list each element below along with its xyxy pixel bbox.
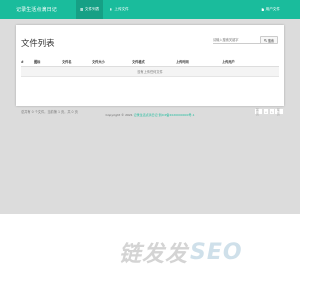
column-header: 文件格式 — [132, 60, 145, 64]
user-icon — [109, 7, 113, 12]
empty-message: 没有上传任何文件 — [137, 70, 163, 74]
site-brand[interactable]: 记录生活点滴日记 — [16, 6, 57, 13]
watermark-text: 链发发 — [119, 242, 189, 267]
icp-link[interactable]: 浙ICP备2020000000号-1 — [158, 113, 195, 117]
copyright-text: Copyright © 2021 — [105, 113, 134, 117]
page-footer: Copyright © 2021 记录生活点滴日记 浙ICP备202000000… — [0, 113, 300, 117]
page-title: 文件列表 — [21, 38, 55, 48]
nav-upload-file[interactable]: 上传文件 — [105, 0, 132, 19]
column-header: # — [21, 59, 24, 64]
nav-user-files[interactable]: 用户文件 — [257, 0, 284, 19]
column-header: 图标 — [34, 60, 41, 64]
table-header: # 图标 文件名 文件大小 文件格式 上传时间 上传用户 — [21, 57, 279, 67]
column-header: 文件大小 — [92, 60, 105, 64]
table-empty-row: 没有上传任何文件 — [21, 67, 279, 77]
top-navbar: 记录生活点滴日记 文件列表 上传文件 用户文件 — [0, 0, 300, 19]
column-header: 上传用户 — [222, 60, 235, 64]
search-button-label: 搜索 — [267, 38, 275, 43]
file-list-panel: 文件列表 搜索 # 图标 文件名 文件大小 文件格式 上传时间 上传用户 没有上… — [16, 25, 284, 116]
search-icon — [263, 38, 267, 42]
watermark-seo-text: SEO — [190, 239, 243, 265]
nav-file-list-label: 文件列表 — [84, 7, 100, 11]
nav-user-files-label: 用户文件 — [265, 7, 280, 11]
column-header: 文件名 — [62, 60, 72, 64]
list-icon — [80, 8, 84, 11]
search-button[interactable]: 搜索 — [260, 36, 278, 44]
nav-upload-file-label: 上传文件 — [114, 7, 129, 11]
file-icon — [261, 8, 264, 11]
file-table: # 图标 文件名 文件大小 文件格式 上传时间 上传用户 没有上传任何文件 — [21, 57, 279, 77]
watermark-logo: 链发发 SEO — [119, 236, 243, 268]
footer-site-link[interactable]: 记录生活点滴日记 — [134, 113, 158, 117]
column-header: 上传时间 — [176, 60, 189, 64]
nav-file-list[interactable]: 文件列表 — [75, 0, 104, 19]
